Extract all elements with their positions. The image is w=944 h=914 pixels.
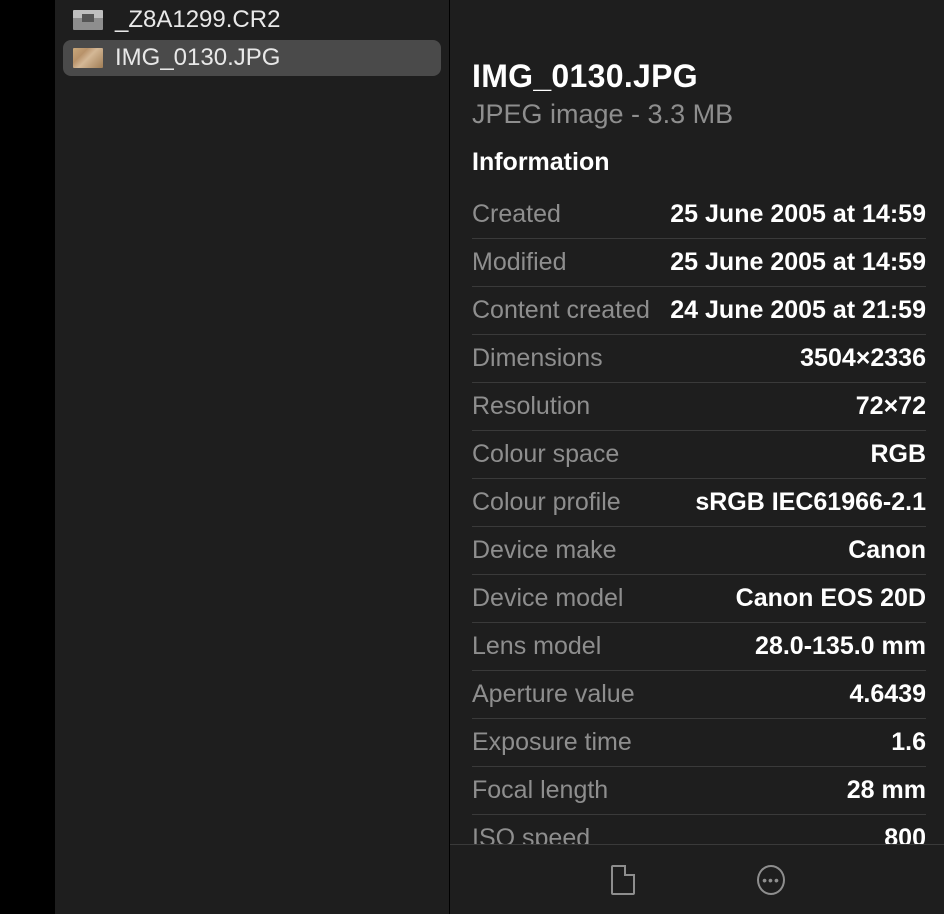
- info-label: Lens model: [472, 632, 601, 661]
- info-row-content-created: Content created 24 June 2005 at 21:59: [472, 287, 926, 335]
- info-row-created: Created 25 June 2005 at 14:59: [472, 191, 926, 239]
- left-strip: [0, 0, 55, 914]
- info-label: Focal length: [472, 776, 608, 805]
- file-name: IMG_0130.JPG: [115, 44, 280, 72]
- info-label: Resolution: [472, 392, 590, 421]
- info-value: 24 June 2005 at 21:59: [670, 296, 926, 325]
- detail-panel: IMG_0130.JPG JPEG image - 3.3 MB Informa…: [450, 0, 944, 914]
- file-title: IMG_0130.JPG: [472, 58, 926, 95]
- info-label: Created: [472, 200, 561, 229]
- more-button[interactable]: •••: [757, 863, 785, 897]
- info-value: 72×72: [856, 392, 926, 421]
- info-value: 28 mm: [847, 776, 926, 805]
- file-list: _Z8A1299.CR2 IMG_0130.JPG: [55, 0, 450, 914]
- more-icon: •••: [757, 865, 785, 895]
- info-label: Device make: [472, 536, 617, 565]
- info-row-iso: ISO speed 800: [472, 815, 926, 844]
- info-label: Modified: [472, 248, 567, 277]
- info-value: sRGB IEC61966-2.1: [695, 488, 926, 517]
- thumbnail-icon: [73, 10, 103, 30]
- info-label: Exposure time: [472, 728, 632, 757]
- info-label: Dimensions: [472, 344, 603, 373]
- info-row-device-model: Device model Canon EOS 20D: [472, 575, 926, 623]
- info-row-lens-model: Lens model 28.0-135.0 mm: [472, 623, 926, 671]
- info-row-resolution: Resolution 72×72: [472, 383, 926, 431]
- info-value: 25 June 2005 at 14:59: [670, 200, 926, 229]
- file-item-jpg[interactable]: IMG_0130.JPG: [63, 40, 441, 76]
- info-row-exposure: Exposure time 1.6: [472, 719, 926, 767]
- info-label: Colour space: [472, 440, 619, 469]
- info-value: RGB: [870, 440, 926, 469]
- info-value: 25 June 2005 at 14:59: [670, 248, 926, 277]
- document-button[interactable]: [609, 863, 637, 897]
- section-heading: Information: [472, 148, 926, 177]
- info-row-dimensions: Dimensions 3504×2336: [472, 335, 926, 383]
- thumbnail-icon: [73, 48, 103, 68]
- info-row-focal-length: Focal length 28 mm: [472, 767, 926, 815]
- info-value: 28.0-135.0 mm: [755, 632, 926, 661]
- info-value: Canon EOS 20D: [736, 584, 926, 613]
- info-value: 3504×2336: [800, 344, 926, 373]
- info-label: Device model: [472, 584, 623, 613]
- info-value: Canon: [848, 536, 926, 565]
- info-value: 800: [884, 824, 926, 844]
- info-value: 1.6: [891, 728, 926, 757]
- bottom-toolbar: •••: [450, 844, 944, 914]
- info-value: 4.6439: [850, 680, 926, 709]
- info-row-device-make: Device make Canon: [472, 527, 926, 575]
- info-label: Colour profile: [472, 488, 621, 517]
- info-row-colour-space: Colour space RGB: [472, 431, 926, 479]
- detail-content: IMG_0130.JPG JPEG image - 3.3 MB Informa…: [450, 0, 944, 844]
- info-label: ISO speed: [472, 824, 590, 844]
- info-row-aperture: Aperture value 4.6439: [472, 671, 926, 719]
- info-label: Aperture value: [472, 680, 635, 709]
- info-row-modified: Modified 25 June 2005 at 14:59: [472, 239, 926, 287]
- document-icon: [611, 865, 635, 895]
- info-row-colour-profile: Colour profile sRGB IEC61966-2.1: [472, 479, 926, 527]
- file-subtitle: JPEG image - 3.3 MB: [472, 99, 926, 130]
- info-label: Content created: [472, 296, 650, 325]
- file-item-cr2[interactable]: _Z8A1299.CR2: [63, 2, 441, 38]
- file-name: _Z8A1299.CR2: [115, 6, 280, 34]
